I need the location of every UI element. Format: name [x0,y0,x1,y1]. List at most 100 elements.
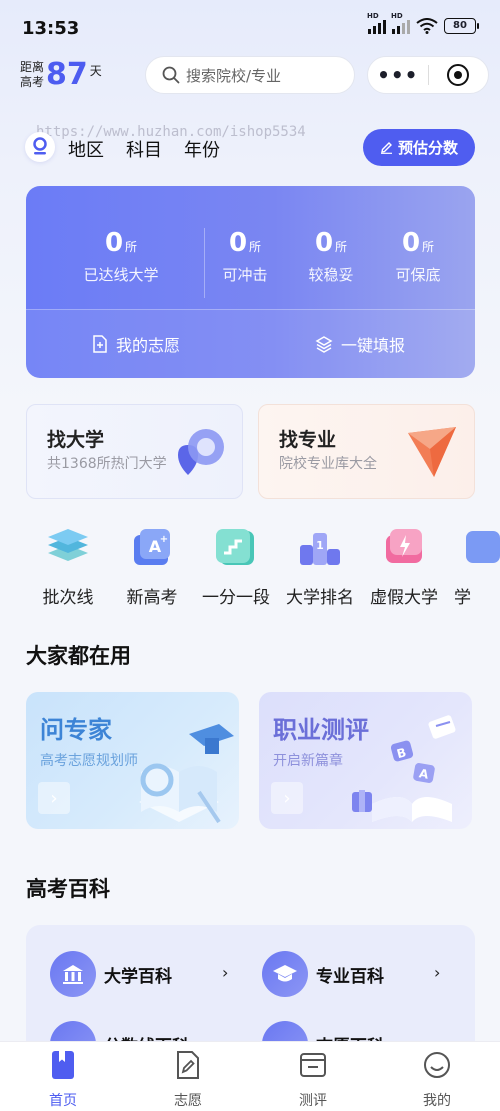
find-major-card[interactable]: 找专业 院校专业库大全 [258,404,475,499]
tab-wishes[interactable]: 志愿 [148,1050,228,1110]
career-test-card[interactable]: 职业测评 开启新篇章 › B A [259,692,472,829]
warning-icon [386,529,422,563]
career-test-subtitle: 开启新篇章 [273,753,343,769]
stat-number: 0 [401,228,421,258]
find-major-title: 找专业 [279,429,337,451]
stat-safe[interactable]: 0所 可保底 [383,228,453,285]
ask-expert-title: 问专家 [40,716,112,744]
filter-row: 地区 科目 年份 [68,136,220,162]
chevron-right-icon[interactable]: › [271,782,303,814]
stat-stable[interactable]: 0所 较稳妥 [296,228,366,285]
chevron-right-icon: › [222,963,229,982]
bottom-tab-bar: 首页 志愿 测评 我的 [0,1041,500,1111]
tool-label: 大学排名 [286,588,354,608]
battery-icon: 80 [444,18,479,34]
stat-label: 可保底 [395,266,441,284]
tool-batch-line[interactable]: 批次线 [26,525,110,608]
layers-icon [48,529,88,561]
svg-text:+: + [160,534,168,545]
countdown-label-1: 距离 [20,60,45,74]
ency-university[interactable]: 大学百科 [50,951,172,997]
stat-number: 0 [104,228,124,258]
tab-label: 测评 [299,1093,327,1109]
close-miniprogram-button[interactable] [428,64,488,86]
section-title-encyclopedia: 高考百科 [26,877,110,901]
section-title-popular: 大家都在用 [26,644,131,668]
tab-assessment[interactable]: 测评 [273,1050,353,1110]
a-plus-icon: A + [134,529,170,565]
tool-score-segment[interactable]: 一分一段 [194,525,278,608]
smile-face-icon [424,1052,450,1078]
filter-subject[interactable]: 科目 [126,136,162,162]
stat-divider [204,228,205,298]
search-placeholder: 搜索院校/专业 [186,66,282,85]
search-icon [162,66,180,84]
document-add-icon [93,335,107,353]
tool-more[interactable]: 学 [446,525,500,608]
chevron-right-icon[interactable]: › [38,782,70,814]
countdown-label-2: 高考 [20,75,45,89]
graduation-cap-icon [262,951,308,997]
stat-reach[interactable]: 0所 可冲击 [210,228,280,285]
home-book-icon [52,1051,74,1079]
exam-countdown: 距离 高考 87 天 [20,58,102,92]
ask-expert-card[interactable]: 问专家 高考志愿规划师 › [26,692,239,829]
countdown-labels: 距离 高考 [20,60,46,90]
estimate-score-button[interactable]: 预估分数 [363,129,475,166]
ency-major[interactable]: 专业百科 [262,951,384,997]
more-tool-icon [466,531,500,563]
my-wishes-button[interactable]: 我的志愿 [92,332,180,356]
open-book-icon: B A [352,715,456,822]
find-major-subtitle: 院校专业库大全 [279,456,377,472]
target-icon [447,64,470,86]
filter-year[interactable]: 年份 [184,136,220,162]
stat-number: 0 [314,228,334,258]
layers-icon [315,336,333,353]
ency-label: 大学百科 [104,966,172,987]
stat-label: 已达线大学 [83,266,159,284]
stat-unit: 所 [335,240,348,254]
location-button[interactable] [25,132,55,162]
estimate-score-label: 预估分数 [397,139,458,157]
miniprogram-capsule: ••• [367,56,489,94]
status-bar: 13:53 HD HD 80 [0,0,500,52]
stat-number: 0 [228,228,248,258]
tool-label: 新高考 [126,588,178,608]
status-icons: HD HD 80 [367,12,479,34]
more-button[interactable]: ••• [368,65,428,85]
svg-text:1: 1 [316,539,324,552]
countdown-days: 87 [46,57,88,92]
one-click-fill-button[interactable]: 一键填报 [315,332,405,356]
find-university-card[interactable]: 找大学 共1368所热门大学 [26,404,243,499]
chevron-right-icon: › [434,963,441,982]
tool-label: 学 [454,588,471,608]
ency-label: 专业百科 [316,966,384,987]
tab-home[interactable]: 首页 [23,1050,103,1110]
my-wishes-label: 我的志愿 [116,336,181,355]
stat-label: 较稳妥 [308,266,354,284]
find-university-title: 找大学 [47,429,105,451]
stats-actions: 我的志愿 一键填报 [26,309,475,378]
countdown-unit: 天 [89,64,102,78]
cellular-signal-2-icon: HD [391,12,410,34]
tab-label: 我的 [423,1093,451,1109]
steps-icon [216,529,254,565]
admission-stats-card: 0所 已达线大学 0所 可冲击 0所 较稳妥 0所 可保底 我的志愿 一键填报 [26,186,475,378]
tool-fake-university[interactable]: 虚假大学 [362,525,446,608]
find-university-subtitle: 共1368所热门大学 [47,456,167,472]
tab-profile[interactable]: 我的 [397,1050,477,1110]
book-graduation-icon [139,724,234,824]
stat-reached[interactable]: 0所 已达线大学 [56,228,186,285]
filter-region[interactable]: 地区 [68,136,104,162]
tab-label: 志愿 [174,1093,202,1109]
tool-label: 批次线 [42,588,94,608]
status-time: 13:53 [22,18,80,39]
tool-label: 一分一段 [202,588,270,608]
paper-plane-icon [408,427,456,477]
search-input[interactable]: 搜索院校/专业 [145,56,355,94]
tool-new-gaokao[interactable]: A + 新高考 [110,525,194,608]
stat-unit: 所 [249,240,262,254]
tool-university-ranking[interactable]: 1 大学排名 [278,525,362,608]
stat-label: 可冲击 [222,266,268,284]
clipboard-icon [300,1053,326,1077]
